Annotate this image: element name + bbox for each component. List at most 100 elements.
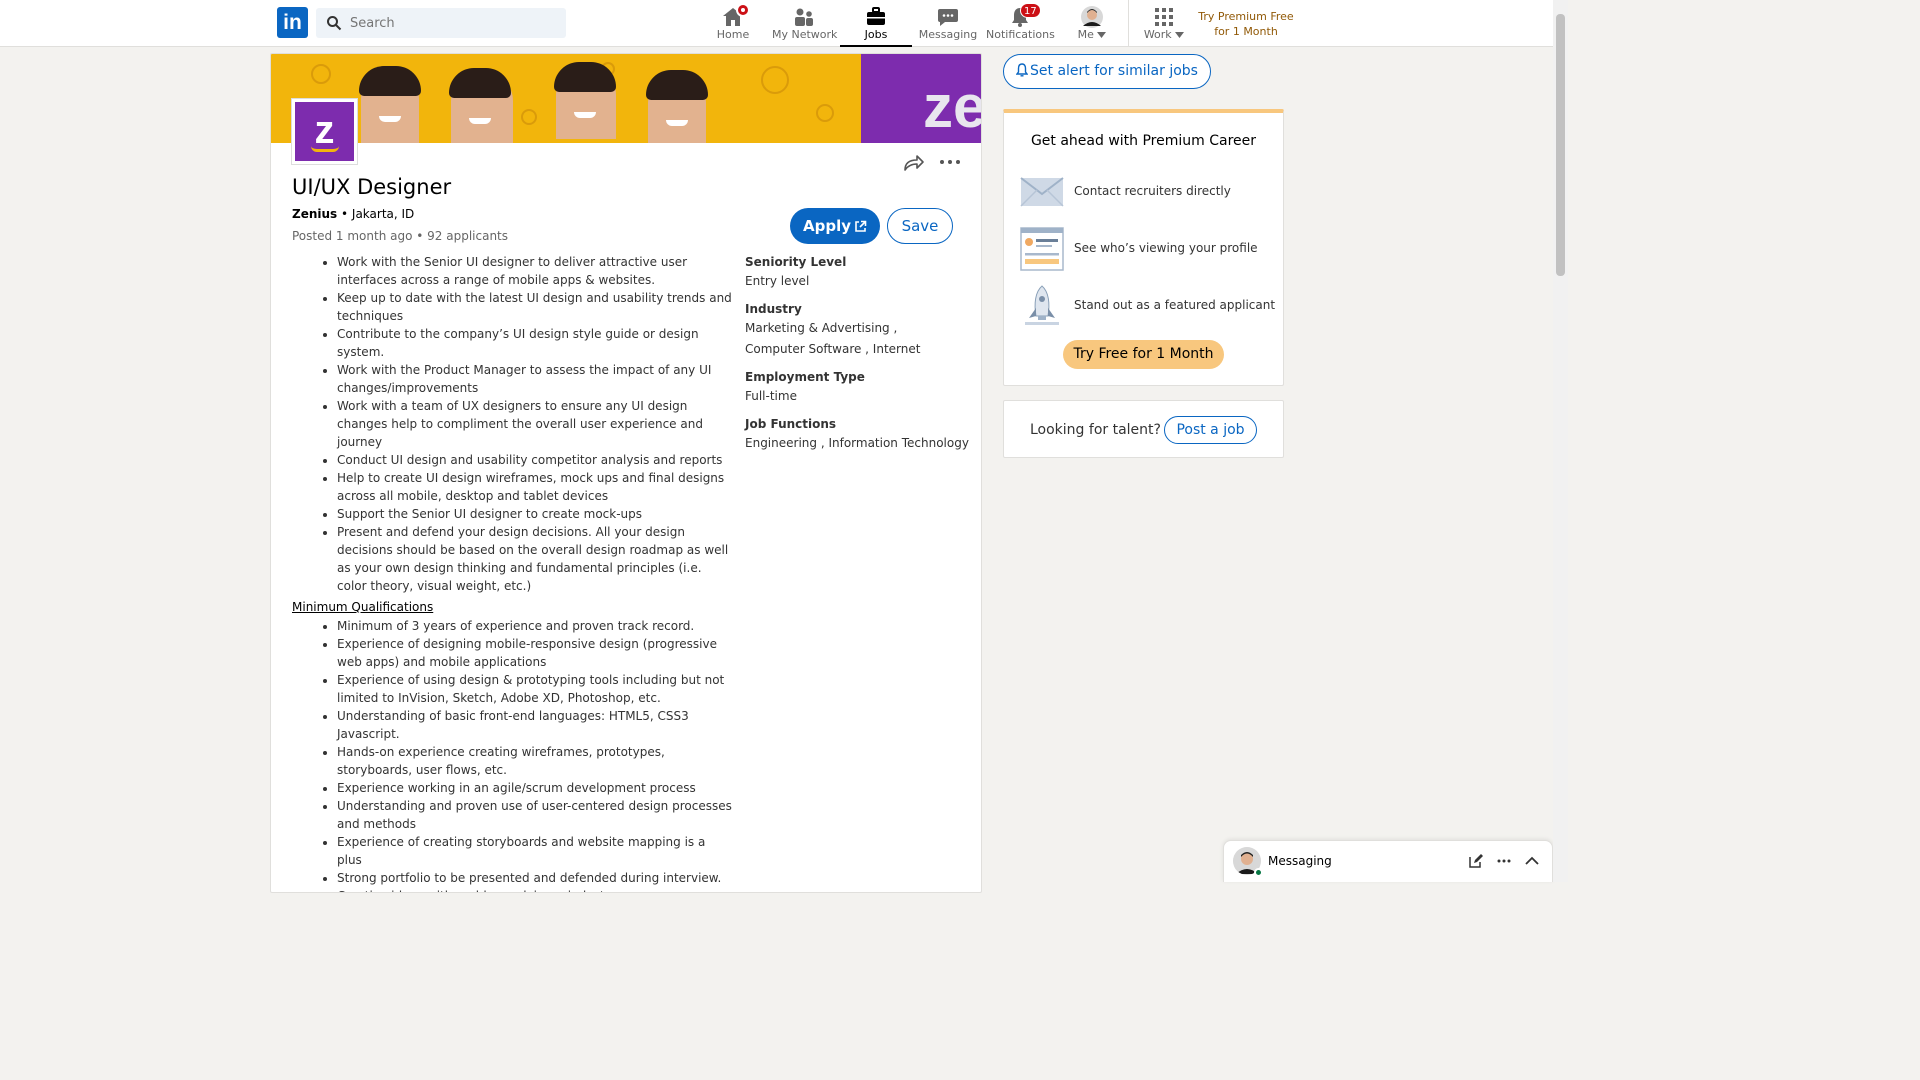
nav-work-text: Work: [1143, 28, 1172, 41]
criteria-value: Entry level: [745, 274, 810, 288]
compose-icon[interactable]: [1468, 853, 1484, 869]
bell-outline-icon: [1015, 63, 1029, 77]
criteria-label: Industry: [745, 302, 802, 316]
criteria-block: Job Functions Engineering , Information T…: [745, 415, 975, 454]
try-premium-link[interactable]: Try Premium Free for 1 Month: [1196, 9, 1296, 39]
criteria-value: Full-time: [745, 389, 797, 403]
talent-prompt: Looking for talent?: [1030, 422, 1161, 438]
responsibility-item: Contribute to the company’s UI design st…: [337, 325, 732, 361]
premium-link-line1: Try Premium Free: [1198, 10, 1294, 23]
linkedin-logo[interactable]: in: [277, 7, 308, 38]
qualifications-list: Minimum of 3 years of experience and pro…: [292, 617, 732, 892]
nav-notifications[interactable]: 17 Notifications: [986, 0, 1055, 47]
network-icon: [795, 8, 813, 26]
nav-work-label: Work: [1140, 28, 1188, 41]
nav-me-label: Me: [1070, 28, 1114, 41]
search-input[interactable]: [350, 8, 560, 38]
envelope-icon: [1020, 177, 1064, 207]
premium-card-title: Get ahead with Premium Career: [1030, 133, 1257, 149]
more-options-icon[interactable]: [939, 158, 961, 166]
criteria-label: Job Functions: [745, 417, 837, 431]
qualification-item: Experience of creating storyboards and w…: [337, 833, 732, 869]
company-name-link[interactable]: Zenius: [292, 207, 337, 221]
job-details-card: ze z UI/UX Designer Zenius • Jakarta, ID…: [270, 53, 982, 893]
search-box[interactable]: [316, 8, 566, 38]
qualification-item: Understanding of basic front-end languag…: [337, 707, 732, 743]
job-title: UI/UX Designer: [292, 175, 452, 199]
responsibility-item: Present and defend your design decisions…: [337, 523, 732, 595]
criteria-block: Seniority Level Entry level: [745, 253, 975, 292]
posted-info: Posted 1 month ago • 92 applicants: [292, 229, 508, 243]
qualification-item: Minimum of 3 years of experience and pro…: [337, 617, 732, 635]
banner-person: [554, 62, 616, 139]
banner-doodle: [311, 64, 331, 84]
banner-person: [449, 68, 513, 143]
qualifications-heading: Minimum Qualifications: [292, 600, 434, 614]
messaging-dock-label: Messaging: [1268, 854, 1332, 868]
premium-perk-text: Contact recruiters directly: [1074, 184, 1231, 198]
nav-jobs[interactable]: Jobs: [840, 0, 912, 47]
nav-my-network[interactable]: My Network: [772, 0, 838, 47]
responsibility-item: Work with the Senior UI designer to deli…: [337, 253, 732, 289]
set-job-alert-label: Set alert for similar jobs: [1030, 63, 1198, 79]
posted-date: Posted 1 month ago: [292, 229, 413, 243]
responsibility-item: Work with a team of UX designers to ensu…: [337, 397, 732, 451]
caret-down-icon: [1175, 32, 1185, 38]
profile-card-icon: [1020, 227, 1064, 271]
premium-perk: See who’s viewing your profile: [1019, 227, 1279, 271]
qualification-item: Experience working in an agile/scrum dev…: [337, 779, 732, 797]
nav-work[interactable]: Work: [1140, 0, 1188, 47]
nav-home[interactable]: Home: [710, 0, 756, 47]
premium-perk-text: See who’s viewing your profile: [1074, 241, 1258, 255]
qualification-item: Experience of using design & prototyping…: [337, 671, 732, 707]
nav-jobs-label: Jobs: [864, 28, 888, 41]
set-job-alert-button[interactable]: Set alert for similar jobs: [1003, 54, 1211, 89]
grid-apps-icon: [1155, 8, 1173, 26]
qualification-item: Hands-on experience creating wireframes,…: [337, 743, 732, 779]
apply-button-label: Apply: [802, 217, 851, 235]
nav-my-network-label: My Network: [772, 28, 838, 41]
company-logo[interactable]: z: [292, 99, 357, 164]
nav-me[interactable]: Me: [1070, 0, 1114, 47]
company-location-line: Zenius • Jakarta, ID: [292, 207, 414, 221]
banner-brand-text: ze: [923, 73, 982, 140]
responsibility-item: Help to create UI design wireframes, moc…: [337, 469, 732, 505]
qualification-item: Strong portfolio to be presented and def…: [337, 869, 732, 887]
nav-me-text: Me: [1077, 28, 1094, 41]
top-nav: in Home My Network Jobs Messaging 17 Not…: [0, 0, 1553, 47]
try-premium-button[interactable]: Try Free for 1 Month: [1063, 340, 1224, 369]
external-link-icon: [855, 220, 867, 232]
banner-doodle: [816, 104, 834, 122]
job-description: Work with the Senior UI designer to deli…: [292, 253, 732, 892]
qualification-item: Creative ideas with problem solving mind…: [337, 887, 732, 892]
page-scrollbar[interactable]: [1553, 0, 1568, 882]
more-options-icon[interactable]: [1496, 853, 1512, 869]
premium-link-line2: for 1 Month: [1214, 25, 1278, 38]
notifications-count-badge: 17: [1020, 3, 1041, 18]
scrollbar-thumb[interactable]: [1556, 14, 1565, 276]
criteria-label: Seniority Level: [745, 255, 847, 269]
qualification-item: Understanding and proven use of user-cen…: [337, 797, 732, 833]
responsibility-item: Work with the Product Manager to assess …: [337, 361, 732, 397]
messaging-dock[interactable]: Messaging: [1223, 840, 1553, 882]
search-icon: [327, 16, 342, 31]
apply-button[interactable]: Apply: [790, 208, 880, 244]
premium-upsell-card: Get ahead with Premium Career Contact re…: [1003, 109, 1284, 386]
nav-notifications-label: Notifications: [986, 28, 1055, 41]
nav-messaging-label: Messaging: [918, 28, 978, 41]
chevron-up-icon[interactable]: [1524, 853, 1540, 869]
talent-card: Looking for talent? Post a job: [1003, 400, 1284, 458]
criteria-block: Employment Type Full-time: [745, 368, 975, 407]
nav-messaging[interactable]: Messaging: [918, 0, 978, 47]
logo-smile-mark: [311, 146, 339, 152]
criteria-value: Engineering , Information Technology: [745, 436, 969, 450]
save-button[interactable]: Save: [887, 208, 953, 244]
nav-home-label: Home: [716, 28, 750, 41]
chat-bubble-icon: [938, 9, 958, 26]
post-a-job-button[interactable]: Post a job: [1164, 416, 1257, 444]
share-icon[interactable]: [903, 152, 925, 172]
premium-perk: Contact recruiters directly: [1019, 170, 1279, 214]
avatar: [1081, 6, 1103, 28]
applicant-count: • 92 applicants: [412, 229, 509, 243]
job-location: Jakarta, ID: [351, 207, 415, 221]
